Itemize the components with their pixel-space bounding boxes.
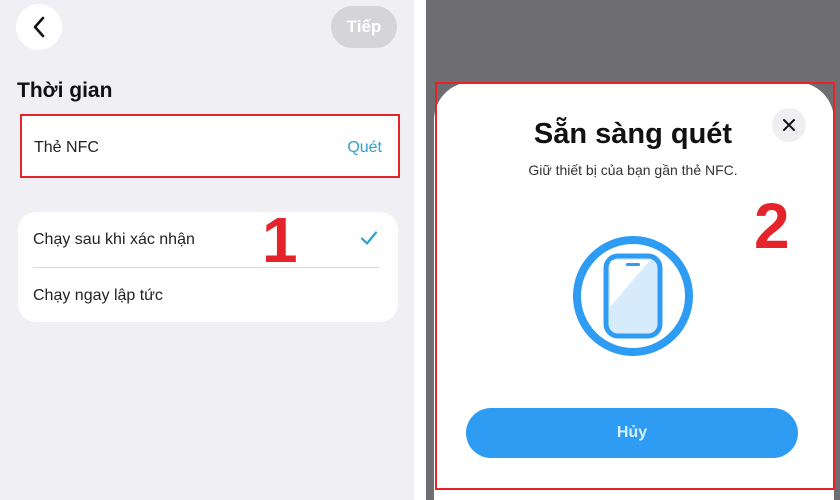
back-button[interactable]	[16, 4, 62, 50]
nfc-scan-dialog-screen: Sẵn sàng quét Giữ thiết bị của bạn gần t…	[426, 0, 840, 500]
next-button[interactable]: Tiếp	[331, 6, 397, 48]
cancel-button[interactable]: Hủy	[466, 408, 798, 458]
phone-nfc-icon	[573, 236, 693, 356]
checkmark-icon	[360, 231, 378, 245]
step-marker-1: 1	[262, 204, 298, 276]
dialog-title: Sẵn sàng quét	[533, 118, 733, 150]
shortcut-settings-screen: Tiếp Thời gian Thẻ NFC Quét Chạy sau khi…	[0, 0, 414, 500]
dialog-subtitle: Giữ thiết bị của bạn gần thẻ NFC.	[528, 162, 738, 178]
chevron-left-icon	[33, 16, 45, 38]
scan-link[interactable]: Quét	[347, 139, 382, 157]
step-marker-2: 2	[754, 190, 790, 262]
nfc-tag-label: Thẻ NFC	[34, 139, 99, 156]
option-run-after-confirm[interactable]: Chạy sau khi xác nhận	[33, 231, 195, 249]
divider	[33, 267, 380, 268]
run-options-list: Chạy sau khi xác nhận Chạy ngay lập tức	[18, 212, 398, 322]
nfc-tag-row[interactable]: Thẻ NFC Quét	[20, 114, 400, 178]
option-run-immediately[interactable]: Chạy ngay lập tức	[33, 287, 163, 305]
section-title: Thời gian	[17, 79, 113, 102]
